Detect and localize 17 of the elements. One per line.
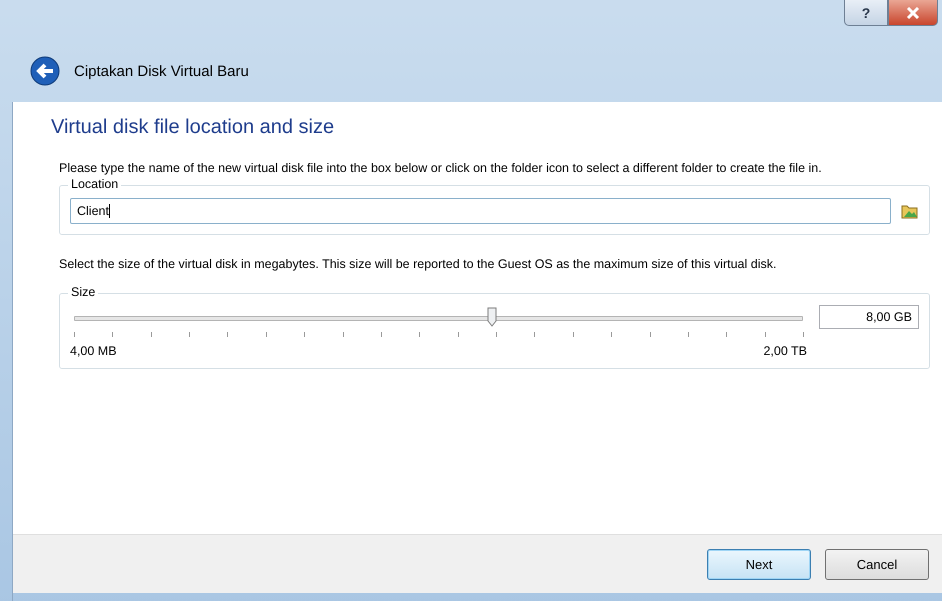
location-field[interactable]: Client (70, 198, 891, 224)
dialog-button[interactable]: Next (707, 548, 811, 580)
max-label: 2,00 TB (763, 344, 807, 358)
slider-thumb[interactable] (487, 307, 498, 327)
group-label: Size (68, 285, 98, 299)
window-title: Ciptakan Disk Virtual Baru (74, 62, 249, 80)
group-label: Location (68, 177, 122, 191)
size-field[interactable]: 8,00 GB (819, 305, 919, 329)
dialog-button[interactable]: Cancel (825, 548, 929, 580)
instruction-text: Please type the name of the new virtual disk file into the box below or click on the folder icon to select a different folder to create the file in. (59, 161, 823, 175)
help-button[interactable]: ? (844, 0, 888, 26)
close-icon (905, 6, 921, 18)
min-label: 4,00 MB (70, 344, 117, 358)
folder-icon[interactable] (901, 203, 919, 219)
close-button[interactable] (888, 0, 938, 26)
page-heading: Virtual disk file location and size (51, 116, 336, 139)
instruction-text: Select the size of the virtual disk in megabytes. This size will be reported to the Guest OS as the maximum size of this virtual disk. (59, 257, 778, 271)
